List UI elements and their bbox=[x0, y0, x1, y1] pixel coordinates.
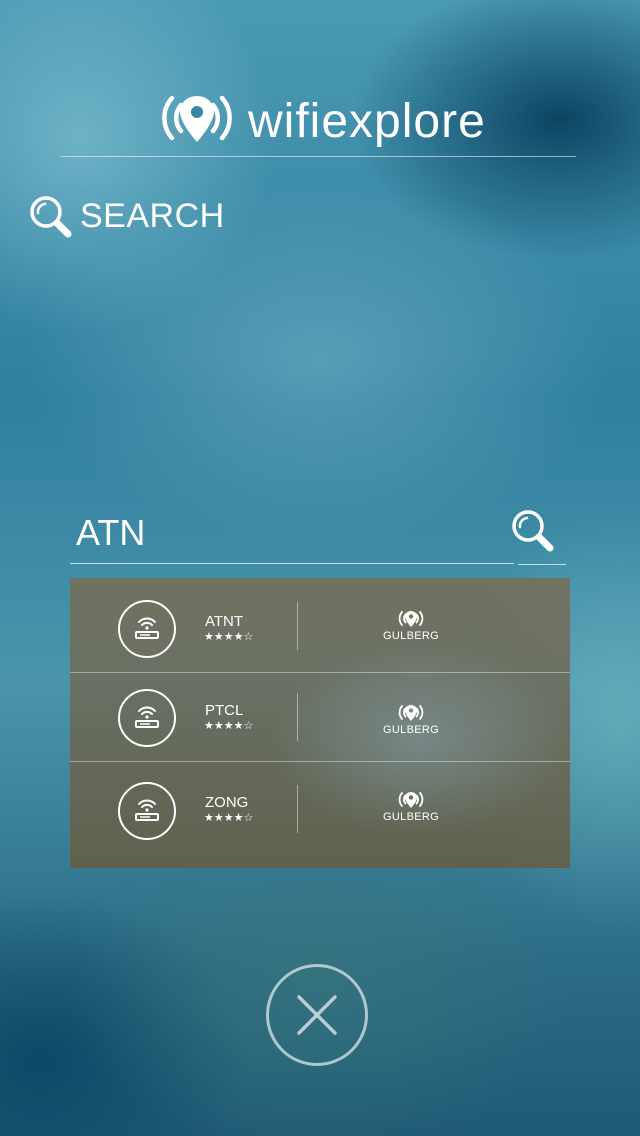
network-name: ZONG bbox=[205, 794, 249, 811]
close-button[interactable] bbox=[266, 964, 368, 1066]
row-divider bbox=[297, 785, 298, 833]
network-name: PTCL bbox=[205, 702, 244, 719]
row-divider bbox=[297, 602, 298, 650]
network-location: GULBERG bbox=[370, 704, 452, 737]
search-icon bbox=[512, 510, 554, 552]
search-field bbox=[70, 502, 566, 568]
network-location: GULBERG bbox=[370, 791, 452, 824]
result-row[interactable]: PTCL ★★★★☆ GULBERG bbox=[70, 673, 570, 762]
close-icon bbox=[297, 995, 337, 1035]
network-location: GULBERG bbox=[370, 610, 452, 643]
result-row[interactable]: ATNT ★★★★☆ GULBERG bbox=[70, 578, 570, 673]
wifi-router-icon bbox=[118, 600, 176, 658]
location-name: GULBERG bbox=[383, 724, 439, 736]
wifi-router-icon bbox=[118, 782, 176, 840]
location-name: GULBERG bbox=[383, 811, 439, 823]
search-icon bbox=[28, 194, 74, 240]
search-input[interactable] bbox=[70, 502, 514, 564]
search-heading: SEARCH bbox=[28, 192, 328, 240]
wifi-location-pin-icon bbox=[398, 611, 424, 627]
app-name: wifiexplore bbox=[248, 95, 486, 148]
wifi-router-icon bbox=[118, 689, 176, 747]
row-divider bbox=[297, 693, 298, 741]
app-logo: wifiexplore bbox=[158, 88, 578, 148]
results-list: ATNT ★★★★☆ GULBERG PTCL ★★★★☆ GULBERG ZO… bbox=[70, 578, 570, 868]
search-submit-button[interactable] bbox=[510, 508, 556, 554]
app-header: wifiexplore bbox=[60, 80, 576, 157]
wifi-location-pin-icon bbox=[398, 705, 424, 721]
network-name: ATNT bbox=[205, 613, 244, 630]
network-rating: ★★★★☆ bbox=[204, 811, 254, 824]
wifi-location-logo-icon bbox=[158, 92, 236, 150]
network-rating: ★★★★☆ bbox=[204, 630, 254, 643]
search-input-underline bbox=[518, 564, 566, 565]
network-rating: ★★★★☆ bbox=[204, 719, 254, 732]
location-name: GULBERG bbox=[383, 630, 439, 642]
wifi-location-pin-icon bbox=[398, 792, 424, 808]
result-row[interactable]: ZONG ★★★★☆ GULBERG bbox=[70, 762, 570, 868]
search-heading-label: SEARCH bbox=[80, 197, 225, 235]
